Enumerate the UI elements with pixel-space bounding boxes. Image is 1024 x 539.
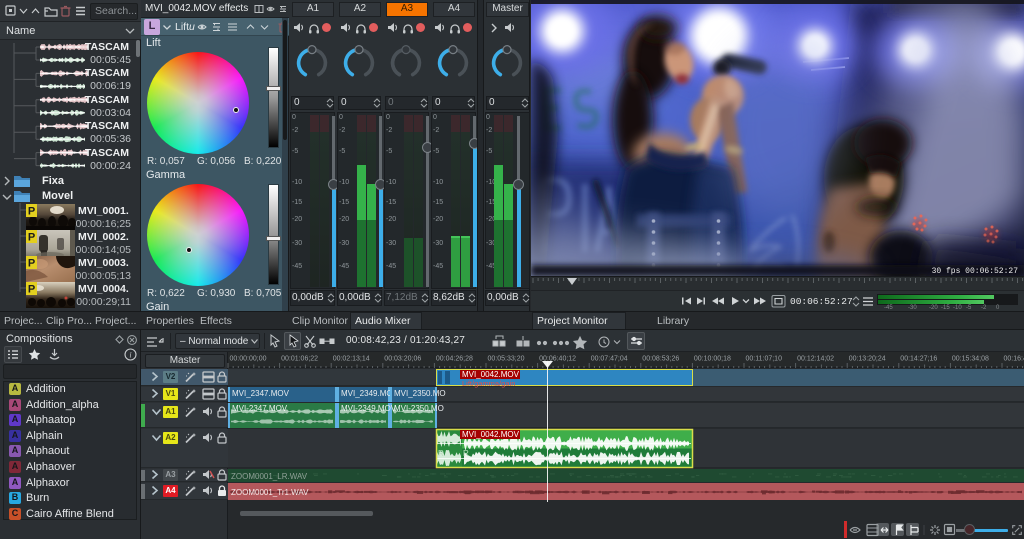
svg-text:MVI_0042.MOV: MVI_0042.MOV [462, 430, 520, 439]
svg-text:P: P [28, 258, 35, 270]
svg-text:00:15:34;08: 00:15:34;08 [952, 356, 989, 363]
svg-text:R: R [463, 449, 469, 458]
svg-text:MVI-2347.MOV: MVI-2347.MOV [232, 404, 288, 413]
svg-text:00:14:27;16: 00:14:27;16 [900, 356, 937, 363]
svg-text:00:16:41;00: 00:16:41;00 [1004, 356, 1024, 363]
svg-text:P: P [28, 284, 35, 296]
svg-text:00:03:20;06: 00:03:20;06 [384, 356, 421, 363]
svg-text:00:07:47;04: 00:07:47;04 [591, 356, 628, 363]
svg-text:00:08:53;26: 00:08:53;26 [642, 356, 679, 363]
svg-text:00:01:06;22: 00:01:06;22 [281, 356, 318, 363]
svg-text:MVI-2350.MO: MVI-2350.MO [394, 404, 444, 413]
svg-text:00:02:13;14: 00:02:13;14 [333, 356, 370, 363]
svg-text:00:11:07;10: 00:11:07;10 [746, 356, 783, 363]
svg-text:00:00:00;00: 00:00:00;00 [230, 356, 267, 363]
svg-text:00:12:14;02: 00:12:14;02 [797, 356, 834, 363]
svg-text:R: R [438, 449, 444, 458]
svg-text:ZOOM0001_Tr1.WAV: ZOOM0001_Tr1.WAV [231, 488, 309, 497]
svg-text:00:05:33;20: 00:05:33;20 [488, 356, 525, 363]
svg-text:00:10:00;18: 00:10:00;18 [694, 356, 731, 363]
svg-text:00:04:26;28: 00:04:26;28 [436, 356, 473, 363]
svg-text:00:13:20;24: 00:13:20;24 [849, 356, 886, 363]
svg-text:P: P [28, 206, 35, 218]
svg-text:i: i [129, 351, 131, 360]
svg-text:P: P [28, 232, 35, 244]
svg-text:ZOOM0001_LR.WAV: ZOOM0001_LR.WAV [231, 472, 308, 481]
svg-text:MVI-2349.MOV: MVI-2349.MOV [341, 404, 397, 413]
